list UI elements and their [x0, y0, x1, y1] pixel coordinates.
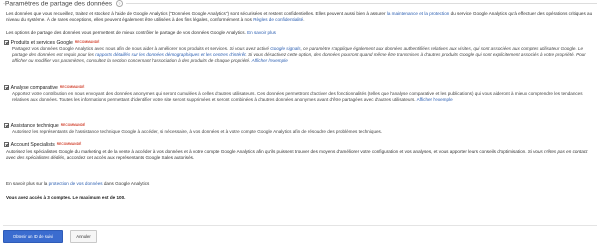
- intro-text: Les données que vous recueillez, traitez…: [6, 11, 386, 16]
- option-technical-support[interactable]: Assistance technique RECOMMANDÉ: [4, 122, 85, 129]
- divider: [3, 225, 597, 226]
- account-specialists-description: Autorisez les spécialistes Google du mar…: [6, 149, 588, 161]
- recommended-badge: RECOMMANDÉ: [56, 141, 82, 146]
- help-icon[interactable]: ?: [115, 0, 123, 7]
- desc-text: Autorisez les représentants de l'assista…: [12, 129, 383, 134]
- benchmarking-description: Apportez votre contribution en nous envo…: [12, 91, 594, 103]
- desc-text: Autorisez les spécialistes Google du mar…: [6, 149, 527, 154]
- cancel-button[interactable]: Annuler: [70, 230, 97, 243]
- option-benchmarking[interactable]: Analyse comparative RECOMMANDÉ: [4, 84, 84, 91]
- get-tracking-id-button[interactable]: Obtenir un ID de suivi: [3, 230, 63, 243]
- desc-text: Partagez vos données Google Analytics av…: [12, 46, 229, 51]
- intro-paragraph: Les données que vous recueillez, traitez…: [6, 11, 594, 23]
- google-products-description: Partagez vos données Google Analytics av…: [12, 46, 594, 65]
- option-title: Account Specialists: [10, 141, 55, 148]
- options-intro-text: Les options de partage des données vous …: [6, 30, 246, 35]
- desc-text: Si vous avez activé: [229, 46, 269, 51]
- option-account-specialists[interactable]: Account Specialists RECOMMANDÉ: [4, 141, 81, 148]
- account-specialists-checkbox[interactable]: [4, 142, 9, 147]
- recommended-badge: RECOMMANDÉ: [59, 84, 85, 89]
- footer-text: En savoir plus sur la: [6, 181, 48, 186]
- recommended-badge: RECOMMANDÉ: [60, 122, 86, 127]
- account-quota-text: Vous avez accès à 3 comptes. Le maximum …: [6, 195, 126, 200]
- google-signals-link[interactable]: Google signals: [270, 46, 300, 51]
- option-title: Produits et services Google: [10, 39, 73, 46]
- section-title: Paramètres de partage des données ?: [5, 0, 126, 9]
- intro-text-3: .: [303, 17, 305, 23]
- learn-more-protection: En savoir plus sur la protection de vos …: [6, 181, 594, 187]
- data-protection-link[interactable]: protection de vos données: [49, 181, 103, 186]
- recommended-badge: RECOMMANDÉ: [74, 39, 100, 44]
- maintenance-link[interactable]: la maintenance et la protection: [387, 11, 450, 16]
- privacy-policy-link[interactable]: Règles de confidentialité: [253, 17, 303, 22]
- show-example-link[interactable]: Afficher l'exemple: [252, 58, 288, 63]
- google-products-checkbox[interactable]: [4, 40, 9, 45]
- learn-more-link[interactable]: En savoir plus: [247, 30, 276, 35]
- options-intro: Les options de partage des données vous …: [6, 30, 594, 36]
- desc-text: Apportez votre contribution en nous envo…: [12, 91, 583, 103]
- option-title: Assistance technique: [10, 122, 59, 129]
- data-sharing-settings-panel: Paramètres de partage des données ?: [3, 0, 597, 226]
- benchmarking-checkbox[interactable]: [4, 85, 9, 90]
- demographics-reports-link[interactable]: rapports détaillés sur les données démog…: [95, 52, 245, 57]
- option-google-products[interactable]: Produits et services Google RECOMMANDÉ: [4, 39, 99, 46]
- show-example-link[interactable]: Afficher l'exemple: [417, 97, 453, 102]
- section-title-text: Paramètres de partage des données: [5, 0, 113, 8]
- option-title: Analyse comparative: [10, 84, 58, 91]
- technical-support-description: Autorisez les représentants de l'assista…: [12, 129, 594, 135]
- technical-support-checkbox[interactable]: [4, 123, 9, 128]
- footer-text: dans Google Analytics: [103, 181, 150, 186]
- desc-text: accordez cet accès aux représentants Goo…: [66, 155, 195, 161]
